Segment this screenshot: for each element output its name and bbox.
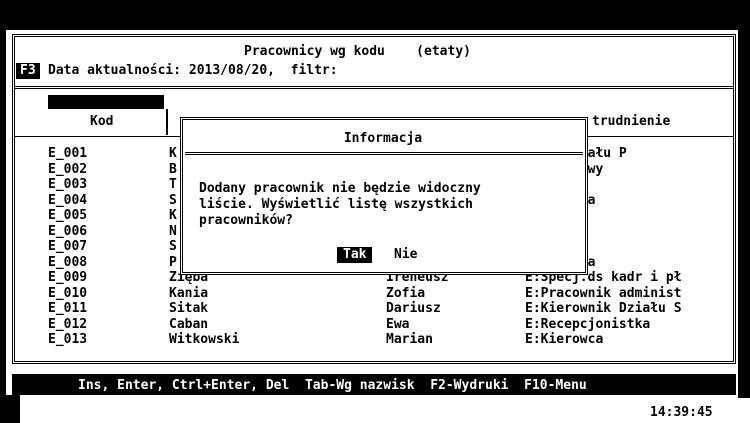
cell-nazwisko: Kania — [169, 285, 209, 301]
cell-nazwisko: K — [169, 208, 177, 223]
cell-kod: E_010 — [48, 285, 88, 301]
status-bar: Ins, Enter, Ctrl+Enter, Del Tab-Wg nazwi… — [12, 374, 736, 395]
cell-kod: E_004 — [48, 192, 88, 208]
cell-kod: E_012 — [48, 316, 88, 332]
cell-kod: E_006 — [48, 223, 88, 239]
cell-imie: Dariusz — [386, 301, 441, 316]
cell-imie: Marian — [386, 332, 433, 347]
f3-key-button[interactable]: F3 — [16, 63, 40, 79]
column-tab-marker — [48, 95, 164, 109]
cell-kod: E_011 — [48, 301, 88, 316]
column-divider — [166, 109, 168, 135]
cell-kod: E_009 — [48, 270, 88, 285]
cell-nazwisko: K — [169, 146, 177, 161]
no-button[interactable]: Nie — [394, 247, 417, 263]
cell-imie: Zofia — [386, 285, 426, 301]
cell-stanowisko: E:Kierownik Działu S — [525, 301, 682, 316]
cell-nazwisko: S — [169, 239, 177, 254]
cell-nazwisko: S — [169, 192, 177, 208]
column-header-zatrudnienie[interactable]: trudnienie — [592, 114, 670, 130]
info-dialog: Informacja Dodany pracownik nie będzie w… — [180, 117, 588, 275]
cell-nazwisko: Witkowski — [169, 332, 240, 347]
cell-kod: E_001 — [48, 146, 88, 161]
cell-kod: E_003 — [48, 177, 88, 192]
cell-kod: E_005 — [48, 208, 88, 223]
cell-stanowisko: E:Pracownik administ — [525, 285, 682, 301]
corner-block — [0, 395, 20, 423]
dialog-message: Dodany pracownik nie będzie widoczny liś… — [199, 181, 481, 228]
cell-kod: E_013 — [48, 332, 88, 347]
cell-nazwisko: P — [169, 254, 177, 270]
cell-nazwisko: N — [169, 223, 177, 239]
cell-nazwisko: Sitak — [169, 301, 209, 316]
cell-nazwisko: T — [169, 177, 177, 192]
dialog-title-separator — [185, 152, 583, 155]
cell-nazwisko: Caban — [169, 316, 209, 332]
cell-imie: Ewa — [386, 316, 410, 332]
cell-kod: E_002 — [48, 161, 88, 177]
cell-kod: E_007 — [48, 239, 88, 254]
shortcut-hints: Ins, Enter, Ctrl+Enter, Del Tab-Wg nazwi… — [78, 378, 587, 393]
data-aktualnosci-line: Data aktualności: 2013/08/20, filtr: — [48, 63, 338, 78]
clock: 14:39:45 — [650, 405, 713, 420]
bottom-strip — [20, 398, 750, 423]
cell-kod: E_008 — [48, 254, 88, 270]
dialog-title: Informacja — [343, 131, 423, 146]
cell-nazwisko: B — [169, 161, 177, 177]
yes-button[interactable]: Tak — [337, 247, 373, 263]
column-header-kod[interactable]: Kod — [90, 114, 113, 130]
cell-stanowisko: E:Kierowca — [525, 332, 604, 347]
page-title: Pracownicy wg kodu (etaty) — [244, 44, 471, 59]
header-separator — [15, 86, 734, 89]
cell-stanowisko: E:Recepcjonistka — [525, 316, 651, 332]
